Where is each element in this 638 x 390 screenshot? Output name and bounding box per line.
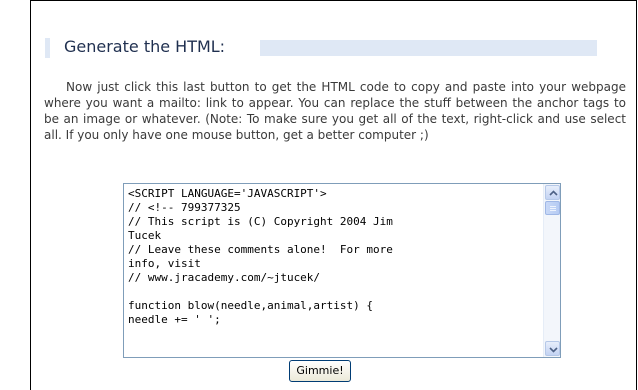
chevron-up-icon <box>549 190 558 196</box>
heading-accent-bar <box>45 38 50 58</box>
heading-fill-bar <box>260 40 597 56</box>
page: Generate the HTML: Now just click this l… <box>0 0 638 390</box>
gimmie-button[interactable]: Gimmie! <box>289 360 351 382</box>
scroll-down-button[interactable] <box>545 341 560 356</box>
thumb-grip-line <box>550 208 556 209</box>
vertical-scrollbar[interactable] <box>543 184 560 357</box>
scroll-thumb[interactable] <box>545 201 560 215</box>
thumb-grip-line <box>550 206 556 207</box>
code-textarea[interactable]: <SCRIPT LANGUAGE='JAVASCRIPT'> // <!-- 7… <box>124 184 544 357</box>
scroll-up-button[interactable] <box>545 185 560 200</box>
section-header: Generate the HTML: <box>45 37 627 58</box>
section-title: Generate the HTML: <box>64 37 226 56</box>
code-textarea-box[interactable]: <SCRIPT LANGUAGE='JAVASCRIPT'> // <!-- 7… <box>123 183 561 358</box>
thumb-grip-line <box>550 210 556 211</box>
content-panel: Generate the HTML: Now just click this l… <box>30 0 637 390</box>
instructions-text: Now just click this last button to get t… <box>44 80 626 142</box>
chevron-down-icon <box>549 347 558 353</box>
